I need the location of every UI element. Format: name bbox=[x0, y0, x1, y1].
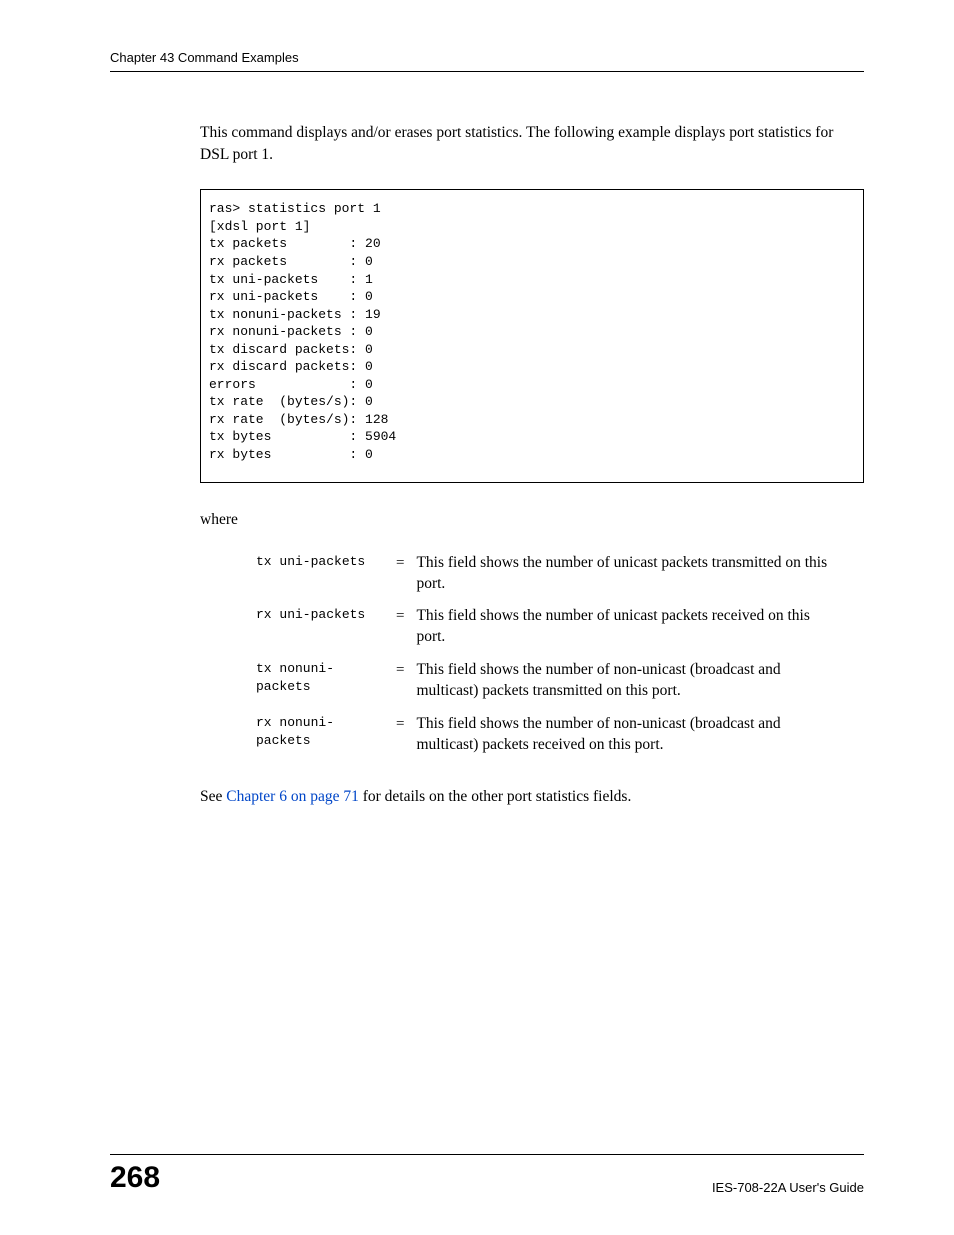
table-row: tx uni-packets = This field shows the nu… bbox=[250, 547, 840, 601]
equals-sign: = bbox=[390, 654, 410, 708]
definition-term: rx uni-packets bbox=[250, 600, 390, 654]
chapter-label: Chapter 43 Command Examples bbox=[110, 50, 299, 65]
table-row: tx nonuni- packets = This field shows th… bbox=[250, 654, 840, 708]
code-output-block: ras> statistics port 1 [xdsl port 1] tx … bbox=[200, 189, 864, 482]
definition-description: This field shows the number of unicast p… bbox=[410, 547, 840, 601]
definition-term: tx uni-packets bbox=[250, 547, 390, 601]
page-footer: 268 IES-708-22A User's Guide bbox=[110, 1154, 864, 1195]
where-label: where bbox=[200, 511, 864, 529]
definitions-table: tx uni-packets = This field shows the nu… bbox=[250, 547, 840, 762]
table-row: rx uni-packets = This field shows the nu… bbox=[250, 600, 840, 654]
intro-paragraph: This command displays and/or erases port… bbox=[200, 122, 864, 165]
definition-term: tx nonuni- packets bbox=[250, 654, 390, 708]
footer-line: 268 IES-708-22A User's Guide bbox=[110, 1154, 864, 1195]
see-prefix: See bbox=[200, 788, 226, 805]
equals-sign: = bbox=[390, 600, 410, 654]
definition-term: rx nonuni- packets bbox=[250, 708, 390, 762]
guide-name: IES-708-22A User's Guide bbox=[712, 1180, 864, 1195]
see-suffix: for details on the other port statistics… bbox=[359, 788, 631, 805]
equals-sign: = bbox=[390, 708, 410, 762]
table-row: rx nonuni- packets = This field shows th… bbox=[250, 708, 840, 762]
definition-description: This field shows the number of non-unica… bbox=[410, 654, 840, 708]
see-link[interactable]: Chapter 6 on page 71 bbox=[226, 788, 359, 805]
definition-description: This field shows the number of non-unica… bbox=[410, 708, 840, 762]
page-number: 268 bbox=[110, 1161, 160, 1195]
see-reference: See Chapter 6 on page 71 for details on … bbox=[200, 786, 864, 808]
definition-description: This field shows the number of unicast p… bbox=[410, 600, 840, 654]
page-header: Chapter 43 Command Examples bbox=[110, 50, 864, 72]
equals-sign: = bbox=[390, 547, 410, 601]
